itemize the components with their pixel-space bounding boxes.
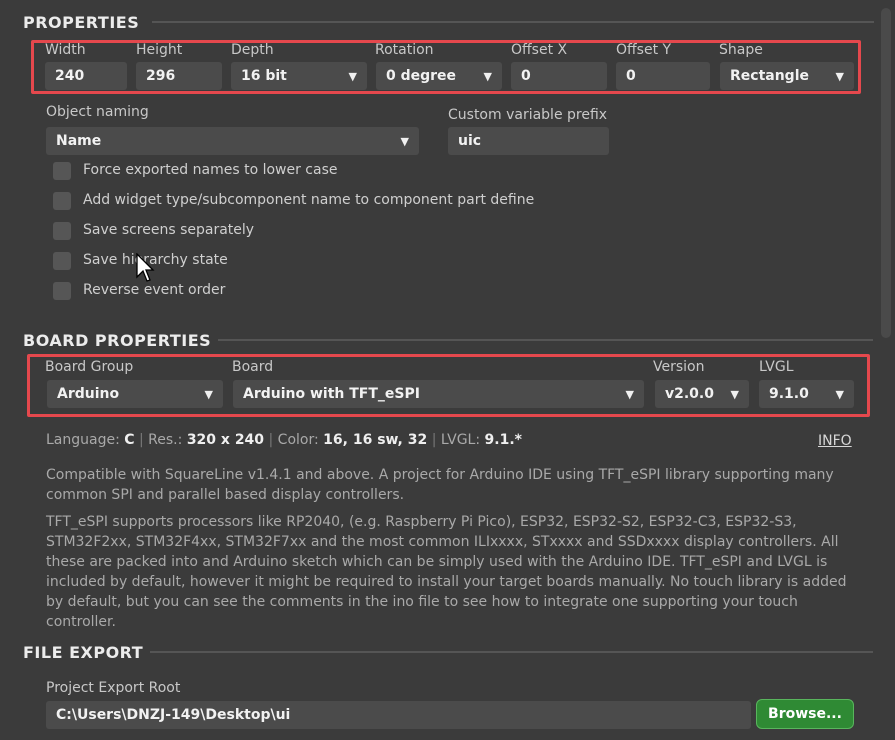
chevron-down-icon: ▼ xyxy=(483,69,492,83)
board-properties-title: BOARD PROPERTIES xyxy=(23,331,212,350)
chevron-down-icon: ▼ xyxy=(400,134,409,148)
checkbox-reverse-event[interactable] xyxy=(53,282,71,300)
custom-prefix-input[interactable]: uic xyxy=(448,127,609,155)
board-label: Board xyxy=(232,359,274,375)
chevron-down-icon: ▼ xyxy=(730,387,739,401)
checkbox-widget-type[interactable] xyxy=(53,192,71,210)
lvgl-dropdown[interactable]: 9.1.0 ▼ xyxy=(759,380,854,408)
object-naming-value: Name xyxy=(56,133,102,149)
offset-x-input[interactable]: 0 xyxy=(511,62,607,90)
lvgl-label: LVGL xyxy=(759,359,794,375)
shape-label: Shape xyxy=(719,42,763,58)
object-naming-label: Object naming xyxy=(46,104,149,120)
depth-dropdown[interactable]: 16 bit ▼ xyxy=(231,62,367,90)
properties-divider xyxy=(152,21,874,23)
object-naming-dropdown[interactable]: Name ▼ xyxy=(46,127,419,155)
chevron-down-icon: ▼ xyxy=(835,69,844,83)
properties-title: PROPERTIES xyxy=(23,13,140,32)
export-root-label: Project Export Root xyxy=(46,680,181,696)
checkbox-label: Save screens separately xyxy=(83,222,255,238)
height-input[interactable]: 296 xyxy=(136,62,222,90)
checkbox-save-screens[interactable] xyxy=(53,222,71,240)
board-description-2: TFT_eSPI supports processors like RP2040… xyxy=(46,514,847,630)
version-label: Version xyxy=(653,359,705,375)
checkbox-label: Add widget type/subcomponent name to com… xyxy=(83,192,535,208)
export-root-input[interactable]: C:\Users\DNZJ-149\Desktop\ui xyxy=(46,701,751,729)
board-group-label: Board Group xyxy=(45,359,134,375)
height-label: Height xyxy=(136,42,183,58)
checkbox-save-hierarchy[interactable] xyxy=(53,252,71,270)
file-export-title: FILE EXPORT xyxy=(23,643,144,662)
board-group-value: Arduino xyxy=(57,386,120,402)
board-value: Arduino with TFT_eSPI xyxy=(243,386,420,402)
chevron-down-icon: ▼ xyxy=(835,387,844,401)
offset-y-label: Offset Y xyxy=(616,42,672,58)
board-properties-divider xyxy=(218,339,873,341)
rotation-value: 0 degree xyxy=(386,68,457,84)
board-description-1: Compatible with SquareLine v1.4.1 and ab… xyxy=(46,467,834,503)
res-label: Res.: xyxy=(148,432,183,448)
width-input[interactable]: 240 xyxy=(45,62,127,90)
language-label: Language: xyxy=(46,432,120,448)
width-label: Width xyxy=(45,42,86,58)
board-summary: Language: C | Res.: 320 x 240 | Color: 1… xyxy=(46,432,522,448)
lvgl-value: 9.1.0 xyxy=(769,386,809,402)
depth-value: 16 bit xyxy=(241,68,287,84)
shape-dropdown[interactable]: Rectangle ▼ xyxy=(720,62,854,90)
checkbox-label: Save hierarchy state xyxy=(83,252,228,268)
lvgl-summary-value: 9.1.* xyxy=(484,432,522,448)
shape-value: Rectangle xyxy=(730,68,809,84)
offset-y-input[interactable]: 0 xyxy=(616,62,710,90)
rotation-dropdown[interactable]: 0 degree ▼ xyxy=(376,62,502,90)
chevron-down-icon: ▼ xyxy=(625,387,634,401)
info-link[interactable]: INFO xyxy=(818,433,852,449)
file-export-divider xyxy=(150,651,873,653)
board-dropdown[interactable]: Arduino with TFT_eSPI ▼ xyxy=(233,380,644,408)
mouse-cursor-icon xyxy=(136,253,155,282)
rotation-label: Rotation xyxy=(375,42,434,58)
browse-button[interactable]: Browse... xyxy=(756,699,854,729)
chevron-down-icon: ▼ xyxy=(204,387,213,401)
chevron-down-icon: ▼ xyxy=(348,69,357,83)
color-label: Color: xyxy=(277,432,319,448)
checkbox-label: Reverse event order xyxy=(83,282,226,298)
checkbox-label: Force exported names to lower case xyxy=(83,162,338,178)
board-group-dropdown[interactable]: Arduino ▼ xyxy=(47,380,223,408)
scrollbar[interactable] xyxy=(881,8,891,338)
custom-prefix-label: Custom variable prefix xyxy=(448,107,608,123)
version-dropdown[interactable]: v2.0.0 ▼ xyxy=(655,380,749,408)
depth-label: Depth xyxy=(231,42,274,58)
offset-x-label: Offset X xyxy=(511,42,568,58)
version-value: v2.0.0 xyxy=(665,386,714,402)
color-value: 16, 16 sw, 32 xyxy=(323,432,428,448)
checkbox-lower-case[interactable] xyxy=(53,162,71,180)
lvgl-summary-label: LVGL: xyxy=(440,432,481,448)
language-value: C xyxy=(124,432,135,448)
res-value: 320 x 240 xyxy=(186,432,265,448)
